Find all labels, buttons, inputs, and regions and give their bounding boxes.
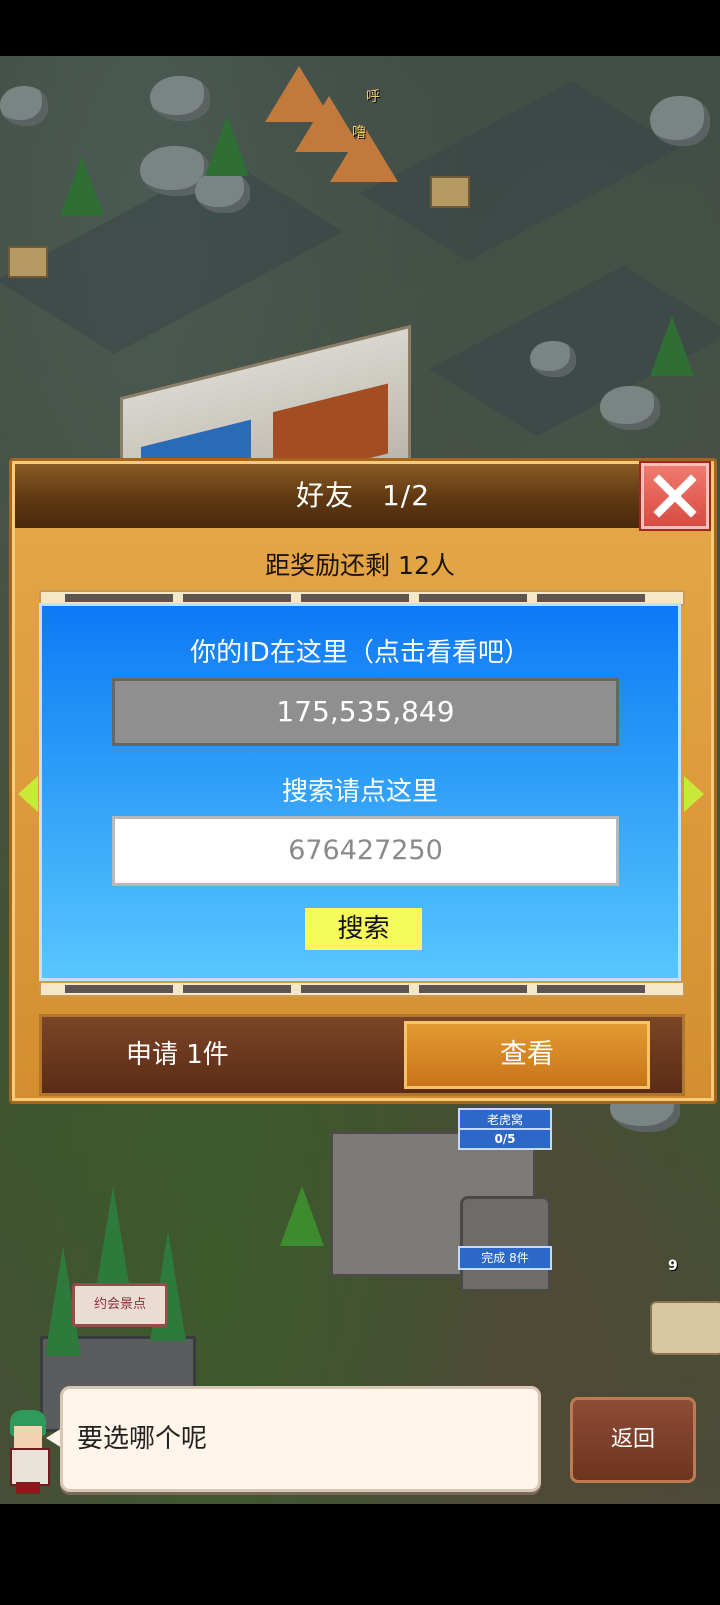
rock — [650, 96, 710, 146]
close-button[interactable] — [641, 463, 709, 529]
friend-slot — [65, 594, 173, 602]
reward-remaining-text: 距奖励还剩 12人 — [265, 551, 455, 580]
complete-count-label: 完成 8件 — [458, 1246, 552, 1270]
building-counter: 0/5 — [458, 1128, 552, 1150]
friend-slot — [419, 594, 527, 602]
friend-slot — [419, 985, 527, 993]
rock — [0, 86, 48, 126]
message-text: 要选哪个呢 — [77, 1424, 208, 1454]
pine-tree — [650, 316, 694, 376]
avatar-face — [14, 1426, 42, 1448]
screen: 呼 噜 老虎窝 0/5 完成 8件 约会景点 9 好友 1/2 距奖励还剩 12… — [0, 0, 720, 1605]
page-indicator: 1/2 — [381, 479, 431, 512]
close-x-icon — [653, 474, 697, 518]
ship-icon[interactable] — [650, 1301, 720, 1355]
snore-bubble: 呼 — [366, 89, 380, 105]
signpost — [8, 246, 48, 278]
avatar-legs — [16, 1482, 40, 1494]
friend-search-panel: 你的ID在这里（点击看看吧） 175,535,849 搜索请点这里 676427… — [39, 603, 681, 981]
rock — [150, 76, 210, 121]
church-spire — [95, 1186, 131, 1296]
arrow-right-icon[interactable] — [684, 776, 704, 812]
rock — [600, 386, 660, 430]
friend-slot — [537, 985, 645, 993]
friend-slot — [301, 985, 409, 993]
id-label: 你的ID在这里（点击看看吧） — [190, 638, 530, 668]
friend-slot — [183, 594, 291, 602]
rock — [530, 341, 576, 377]
pine-tree — [60, 156, 104, 216]
tower-building[interactable] — [460, 1196, 551, 1292]
advisor-avatar — [2, 1410, 54, 1494]
friend-slots-bottom — [39, 981, 685, 997]
date-spot-label[interactable]: 约会景点 — [72, 1283, 168, 1327]
player-id-box[interactable]: 175,535,849 — [112, 678, 619, 746]
ship-count-badge: 9 — [668, 1258, 678, 1274]
search-input[interactable]: 676427250 — [112, 816, 619, 886]
search-button[interactable]: 搜索 — [305, 908, 422, 950]
friend-slot — [301, 594, 409, 602]
arrow-left-icon[interactable] — [18, 776, 38, 812]
avatar-body — [10, 1448, 50, 1486]
dialog-header: 好友 1/2 — [15, 464, 711, 528]
stone-floor — [360, 81, 680, 261]
rock — [195, 171, 250, 213]
bush — [280, 1186, 324, 1246]
signpost — [430, 176, 470, 208]
friend-slot — [65, 985, 173, 993]
view-requests-button[interactable]: 查看 — [404, 1021, 650, 1089]
back-button[interactable]: 返回 — [570, 1397, 696, 1483]
request-count-text: 申请 1件 — [126, 1040, 229, 1070]
message-box: 要选哪个呢 — [60, 1386, 541, 1492]
search-label: 搜索请点这里 — [281, 777, 438, 807]
snore-bubble: 噜 — [352, 125, 366, 141]
dialog-title: 好友 1/2 — [15, 464, 711, 528]
pine-tree — [205, 116, 249, 176]
friend-slot — [537, 594, 645, 602]
dialog-title-text: 好友 — [295, 479, 354, 512]
friend-slot — [183, 985, 291, 993]
